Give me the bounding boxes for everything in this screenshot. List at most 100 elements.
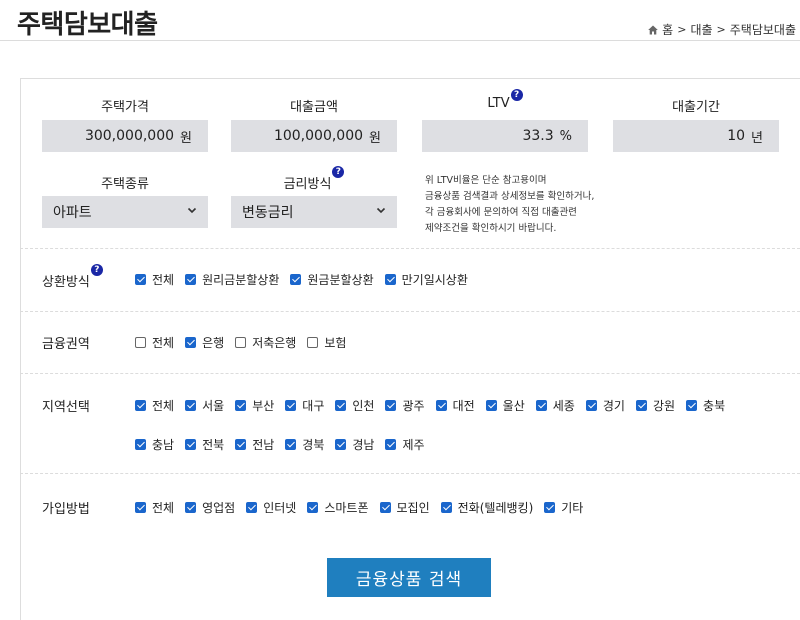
option-label: 전체 — [152, 335, 175, 350]
checkbox[interactable] — [185, 336, 197, 348]
ltv-value: 33.3 — [522, 128, 554, 144]
checkbox[interactable] — [585, 399, 597, 411]
join-method-option[interactable]: 기타 — [544, 498, 583, 516]
checkbox[interactable] — [235, 399, 247, 411]
loan-period-input[interactable]: 10 년 — [613, 120, 779, 152]
notice-line: 금융상품 검색결과 상세정보를 확인하거나, — [425, 191, 595, 202]
option-label: 제주 — [402, 437, 425, 452]
sector-option[interactable]: 보험 — [307, 333, 346, 351]
checkbox[interactable] — [135, 273, 146, 285]
checkbox[interactable] — [379, 501, 391, 513]
checkbox[interactable] — [307, 336, 319, 348]
region-option[interactable]: 울산 — [485, 396, 525, 414]
region-option[interactable]: 전체 — [135, 396, 174, 414]
checkbox[interactable] — [440, 501, 452, 513]
checkbox[interactable] — [485, 399, 497, 411]
checkbox[interactable] — [686, 399, 698, 411]
house-price-input[interactable]: 300,000,000 원 — [42, 120, 208, 152]
join-method-option[interactable]: 전체 — [135, 498, 174, 516]
sector-option[interactable]: 은행 — [185, 333, 224, 351]
chevron-down-icon — [376, 207, 386, 214]
region-option[interactable]: 광주 — [385, 396, 425, 414]
checkbox[interactable] — [290, 273, 302, 285]
region-option[interactable]: 부산 — [235, 396, 274, 414]
checkbox[interactable] — [335, 438, 347, 450]
checkbox[interactable] — [135, 336, 146, 348]
search-button[interactable]: 금융상품 검색 — [327, 558, 491, 597]
checkbox[interactable] — [544, 501, 556, 513]
rate-type-select[interactable]: 변동금리 — [231, 196, 397, 228]
house-type-select[interactable]: 아파트 — [42, 196, 208, 228]
checkbox[interactable] — [135, 438, 146, 450]
region-option[interactable]: 전북 — [185, 435, 224, 453]
checkbox[interactable] — [185, 501, 197, 513]
help-icon[interactable]: ? — [332, 166, 345, 178]
region-option[interactable]: 충남 — [135, 435, 174, 453]
notice-line: 각 금융회사에 문의하여 직접 대출관련 — [425, 207, 577, 218]
checkbox[interactable] — [235, 438, 247, 450]
checkbox[interactable] — [385, 438, 397, 450]
checkbox[interactable] — [235, 336, 247, 348]
section-divider — [20, 311, 800, 312]
region-option[interactable]: 경남 — [335, 435, 374, 453]
repayment-option[interactable]: 원리금분할상환 — [185, 270, 279, 288]
checkbox[interactable] — [635, 399, 647, 411]
home-icon — [648, 25, 658, 34]
option-label: 광주 — [402, 398, 425, 413]
checkbox[interactable] — [185, 438, 197, 450]
checkbox[interactable] — [135, 399, 146, 411]
region-option[interactable]: 인천 — [335, 396, 374, 414]
region-option[interactable]: 충북 — [686, 396, 725, 414]
option-label: 영업점 — [202, 500, 236, 515]
repayment-option[interactable]: 원금분할상환 — [290, 270, 374, 288]
join-method-option[interactable]: 인터넷 — [246, 498, 296, 516]
ltv-unit: % — [559, 128, 572, 144]
repayment-option[interactable]: 만기일시상환 — [384, 270, 468, 288]
join-method-option[interactable]: 전화(텔레뱅킹) — [440, 498, 533, 516]
region-option[interactable]: 대전 — [435, 396, 475, 414]
help-icon[interactable]: ? — [510, 89, 523, 101]
sector-option[interactable]: 전체 — [135, 333, 174, 351]
sector-label: 금융권역 — [42, 337, 90, 352]
option-label: 서울 — [202, 398, 225, 413]
breadcrumb-section[interactable]: 대출 — [690, 21, 712, 38]
region-option[interactable]: 강원 — [635, 396, 675, 414]
loan-amount-unit: 원 — [369, 130, 381, 146]
region-option[interactable]: 경북 — [285, 435, 324, 453]
region-option[interactable]: 서울 — [185, 396, 224, 414]
checkbox[interactable] — [285, 399, 297, 411]
region-option[interactable]: 대구 — [285, 396, 324, 414]
option-label: 인터넷 — [263, 500, 297, 515]
option-label: 경북 — [302, 437, 325, 452]
checkbox[interactable] — [285, 438, 297, 450]
checkbox[interactable] — [384, 273, 396, 285]
region-option[interactable]: 경기 — [585, 396, 625, 414]
option-label: 경남 — [352, 437, 375, 452]
checkbox[interactable] — [335, 399, 347, 411]
join-method-option[interactable]: 영업점 — [185, 498, 235, 516]
breadcrumb-home[interactable]: 홈 — [662, 21, 673, 38]
ltv-label-text: LTV — [487, 96, 510, 111]
region-option[interactable]: 제주 — [385, 435, 425, 453]
repayment-option[interactable]: 전체 — [135, 270, 174, 288]
sector-option[interactable]: 저축은행 — [235, 333, 296, 351]
join-method-option[interactable]: 모집인 — [379, 498, 430, 516]
loan-amount-input[interactable]: 100,000,000 원 — [231, 120, 397, 152]
checkbox[interactable] — [307, 501, 319, 513]
help-icon[interactable]: ? — [90, 264, 103, 276]
checkbox[interactable] — [535, 399, 547, 411]
checkbox[interactable] — [385, 399, 397, 411]
checkbox[interactable] — [246, 501, 258, 513]
rate-type-label: 금리방식? — [231, 166, 397, 192]
option-label: 기타 — [561, 500, 584, 515]
checkbox[interactable] — [435, 399, 447, 411]
checkbox[interactable] — [185, 273, 197, 285]
checkbox[interactable] — [185, 399, 197, 411]
region-option[interactable]: 세종 — [535, 396, 575, 414]
join-method-option[interactable]: 스마트폰 — [307, 498, 369, 516]
house-type-value: 아파트 — [53, 205, 92, 221]
region-option[interactable]: 전남 — [235, 435, 274, 453]
ltv-notice: 위 LTV비율은 단순 참고용이며 금융상품 검색결과 상세정보를 확인하거나,… — [425, 173, 594, 237]
chevron-down-icon — [187, 207, 197, 214]
checkbox[interactable] — [135, 501, 146, 513]
